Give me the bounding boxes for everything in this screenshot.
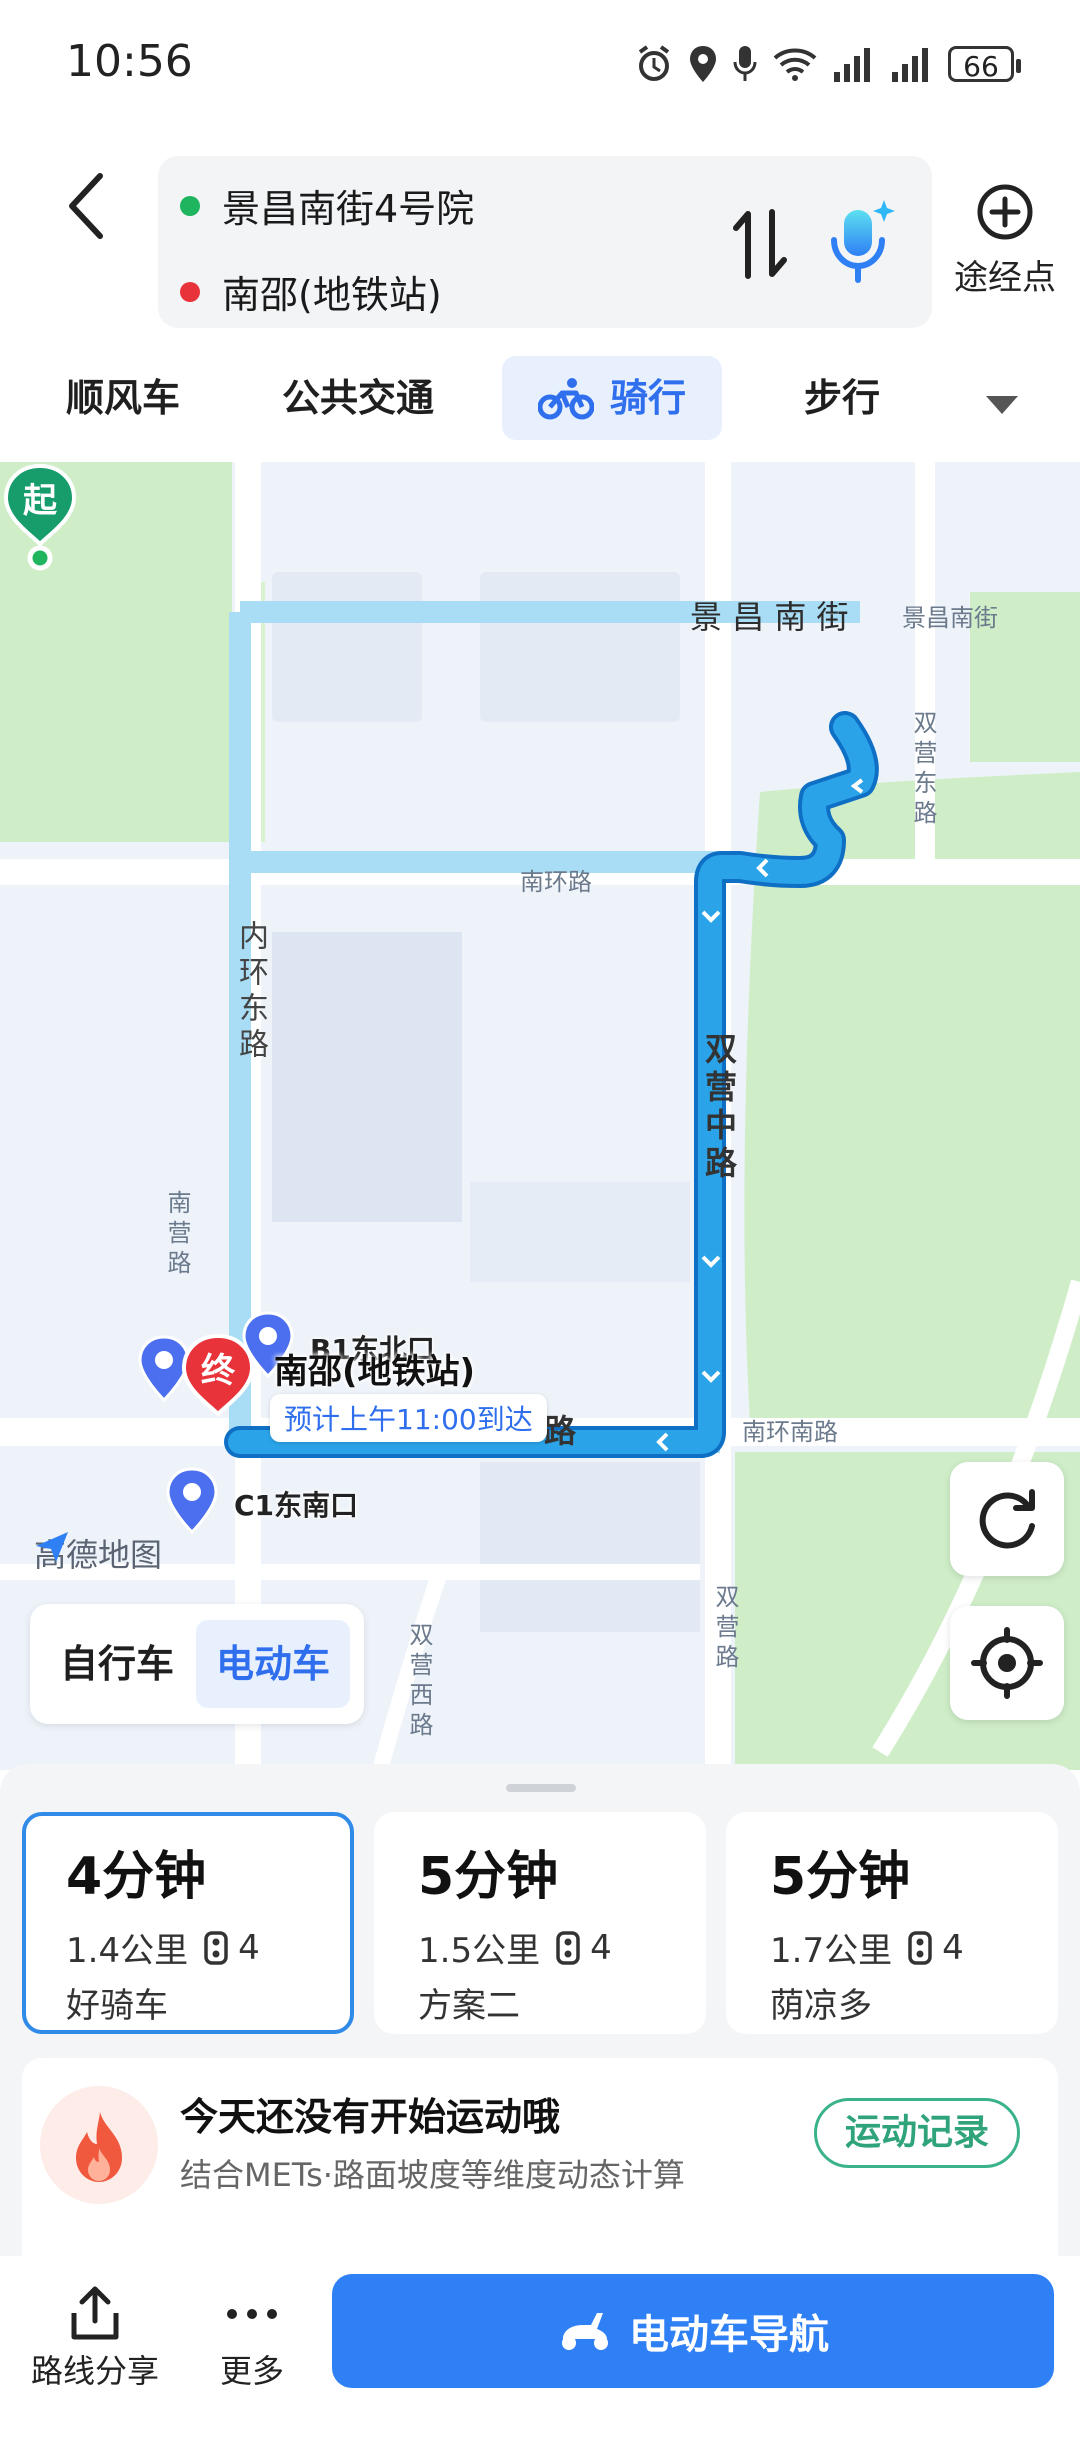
origin-dot [180, 195, 200, 216]
option-meta: 1.4公里 4 [66, 1923, 350, 1972]
eta-label: 预计上午11:00到达 [270, 1394, 547, 1442]
tab-walking[interactable]: 步行 [804, 356, 880, 440]
vehicle-type-toggle: 自行车 电动车 [30, 1604, 364, 1724]
poi-label-c1[interactable]: C1东南口 [234, 1484, 358, 1524]
amap-brand: 高德地图 [34, 1530, 162, 1576]
road-label-fragment: 路 [544, 1412, 577, 1450]
signal-icon [834, 48, 870, 82]
option-duration: 5分钟 [770, 1847, 911, 1907]
start-pin-icon[interactable]: 起 [0, 462, 80, 572]
status-time: 10:56 [66, 36, 193, 87]
option-distance: 1.5公里 [418, 1931, 541, 1971]
traffic-light-icon [908, 1930, 932, 1965]
route-option-2[interactable]: 5分钟 1.5公里 4 方案二 [374, 1812, 706, 2034]
status-bar: 10:56 66 [0, 0, 1080, 130]
route-option-3[interactable]: 5分钟 1.7公里 4 荫凉多 [726, 1812, 1058, 2034]
option-duration: 5分钟 [418, 1847, 559, 1907]
plus-circle-icon [977, 184, 1033, 240]
back-arrow-icon[interactable] [58, 166, 118, 246]
bottom-action-bar: 路线分享 更多 电动车导航 [0, 2256, 1080, 2438]
navigate-label: 电动车导航 [629, 2312, 829, 2358]
sheet-drag-handle[interactable] [506, 1784, 576, 1792]
destination-map-label: 南邵(地铁站) [274, 1352, 476, 1392]
option-tag: 荫凉多 [770, 1986, 872, 2026]
ebike-navigation-button[interactable]: 电动车导航 [332, 2274, 1054, 2388]
option-tag: 好骑车 [66, 1986, 168, 2026]
voice-assistant-icon[interactable] [822, 196, 902, 292]
wifi-icon [773, 48, 817, 81]
route-option-1[interactable]: 4分钟 1.4公里 4 好骑车 [22, 1812, 354, 2034]
more-modes-dropdown-icon[interactable] [984, 392, 1020, 416]
more-label: 更多 [219, 2352, 284, 2390]
poi-pin-c1[interactable] [164, 1466, 220, 1538]
bicycle-icon [538, 377, 594, 419]
waypoint-label: 途经点 [954, 258, 1056, 298]
destination-dot [180, 281, 200, 302]
start-pin-label: 起 [23, 481, 58, 521]
option-meta: 1.5公里 4 [418, 1923, 706, 1972]
amap-logo-icon [36, 1532, 68, 1562]
traffic-light-icon [556, 1930, 580, 1965]
exercise-subtitle: 结合METs·路面坡度等维度动态计算 [180, 2156, 685, 2194]
option-tag: 方案二 [418, 1986, 520, 2026]
scooter-icon [562, 2313, 608, 2350]
map-label-nanhuan-nanlu: 南环南路 [742, 1418, 838, 1446]
exercise-title: 今天还没有开始运动哦 [180, 2095, 561, 2139]
origin-text: 景昌南街4号院 [222, 187, 475, 231]
road-label-jingchang-nanjie: 景 昌 南 街 [690, 598, 849, 636]
map-label-jingchang-nanjie: 景昌南街 [902, 604, 998, 632]
add-waypoint-button[interactable]: 途经点 [950, 182, 1060, 299]
tab-cycling[interactable]: 骑行 [502, 356, 723, 440]
toggle-bicycle[interactable]: 自行车 [40, 1620, 194, 1708]
map-label-nanhuan-lu: 南环路 [520, 868, 592, 896]
more-button[interactable]: 更多 [200, 2282, 304, 2392]
locate-crosshair-icon [971, 1627, 1043, 1699]
tab-public-transit[interactable]: 公共交通 [282, 356, 434, 440]
tab-cycling-label: 骑行 [610, 376, 687, 420]
toggle-ebike[interactable]: 电动车 [196, 1620, 351, 1708]
signal-icon-2 [892, 48, 928, 82]
status-icons: 66 [634, 42, 1021, 86]
exercise-card: 今天还没有开始运动哦 结合METs·路面坡度等维度动态计算 运动记录 [22, 2058, 1058, 2256]
end-pin-icon[interactable]: 终 [178, 1332, 258, 1442]
battery-indicator: 66 [948, 46, 1021, 83]
road-label-shuangying-zhong-lu: 双营中路 [700, 1032, 738, 1184]
share-route-button[interactable]: 路线分享 [30, 2282, 160, 2392]
option-lights: 4 [590, 1927, 612, 1968]
option-meta: 1.7公里 4 [770, 1923, 1058, 1972]
flame-icon-wrap [40, 2086, 158, 2204]
end-pin-label: 终 [201, 1351, 236, 1391]
exercise-record-button[interactable]: 运动记录 [814, 2098, 1020, 2168]
refresh-icon [979, 1489, 1035, 1549]
route-map[interactable]: 景昌南街 景 昌 南 街 南环路 南环南路 双营东路 双营中路 内环东路 南营路… [0, 462, 1080, 1770]
more-dots-icon [227, 2309, 277, 2319]
map-label-shuangying-lu: 双营路 [711, 1584, 739, 1674]
microphone-status-icon [733, 46, 757, 81]
location-icon [690, 46, 716, 82]
destination-row[interactable]: 南邵(地铁站) [180, 264, 442, 319]
route-input-box: 景昌南街4号院 南邵(地铁站) [158, 156, 932, 328]
map-label-shuangying-dong-lu: 双营东路 [909, 710, 937, 830]
refresh-route-button[interactable] [950, 1462, 1064, 1576]
option-distance: 1.4公里 [66, 1931, 189, 1971]
option-duration: 4分钟 [66, 1847, 207, 1907]
alarm-icon [638, 45, 670, 81]
map-label-neihuan-dong-lu: 内环东路 [233, 920, 268, 1064]
traffic-light-icon [204, 1930, 228, 1965]
share-label: 路线分享 [30, 2352, 159, 2390]
origin-row[interactable]: 景昌南街4号院 [180, 178, 474, 233]
flame-icon [76, 2112, 122, 2182]
locate-me-button[interactable] [950, 1606, 1064, 1720]
map-label-nanying-lu: 南营路 [163, 1190, 191, 1280]
option-lights: 4 [238, 1927, 260, 1968]
travel-mode-tabs: 顺风车 公共交通 骑行 步行 [0, 356, 1080, 446]
share-icon [71, 2286, 119, 2340]
destination-text: 南邵(地铁站) [222, 273, 442, 317]
swap-arrows-icon[interactable] [732, 206, 788, 282]
map-label-shuangying-xi-lu: 双营西路 [405, 1622, 433, 1742]
tab-carpool[interactable]: 顺风车 [66, 356, 180, 440]
option-lights: 4 [942, 1927, 964, 1968]
route-options-sheet: 4分钟 1.4公里 4 好骑车 5分钟 1.5公里 4 方案二 5分钟 1.7公… [0, 1764, 1080, 2256]
option-distance: 1.7公里 [770, 1931, 893, 1971]
